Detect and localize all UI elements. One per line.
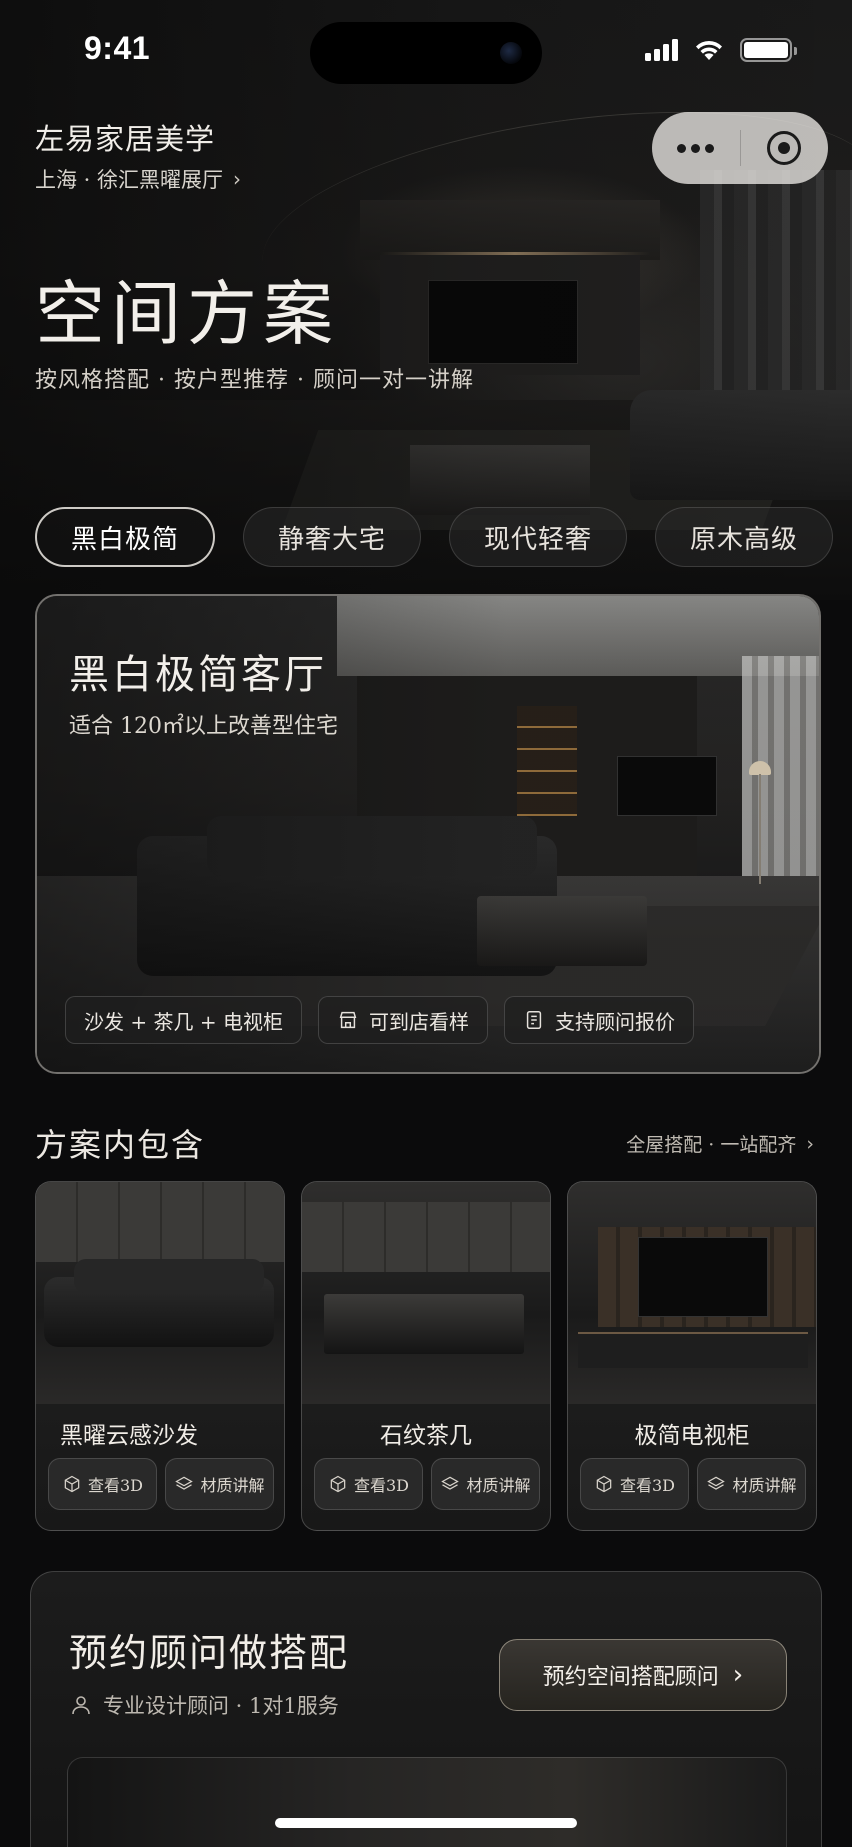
- tab-xiandai-qingshe[interactable]: 现代轻奢: [449, 507, 628, 567]
- camera-icon: [500, 42, 522, 64]
- feature-scheme-card[interactable]: 黑白极简客厅 适合 120㎡以上改善型住宅 沙发 + 茶几 + 电视柜 可到店看…: [35, 594, 821, 1074]
- material-button[interactable]: 材质讲解: [431, 1458, 540, 1510]
- view-3d-button[interactable]: 查看3D: [314, 1458, 423, 1510]
- page-title: 空间方案: [35, 273, 339, 355]
- chevron-right-icon: ›: [233, 167, 242, 191]
- consult-preview-image: [67, 1757, 787, 1847]
- chip-label: 可到店看样: [368, 1009, 469, 1034]
- includes-link[interactable]: 全屋搭配 · 一站配齐 ›: [626, 1130, 814, 1157]
- material-label: 材质讲解: [732, 1476, 797, 1495]
- store-selector[interactable]: 上海 · 徐汇黑曜展厅 ›: [35, 164, 241, 194]
- material-label: 材质讲解: [466, 1476, 531, 1495]
- material-button[interactable]: 材质讲解: [697, 1458, 806, 1510]
- item-name: 石纹茶几: [380, 1423, 472, 1449]
- status-icons: [645, 38, 797, 62]
- tab-jingshe-dazhai[interactable]: 静奢大宅: [243, 507, 422, 567]
- consult-title: 预约顾问做搭配: [69, 1631, 350, 1675]
- chip-combination[interactable]: 沙发 + 茶几 + 电视柜: [65, 996, 302, 1044]
- item-name: 极简电视柜: [634, 1423, 750, 1449]
- view-3d-label: 查看3D: [619, 1476, 675, 1495]
- chevron-right-icon: ›: [732, 1660, 744, 1690]
- consult-card: 预约顾问做搭配 专业设计顾问 · 1对1服务 预约空间搭配顾问 ›: [30, 1571, 822, 1847]
- layers-icon: [175, 1476, 194, 1490]
- item-card-tv-cabinet[interactable]: 极简电视柜 查看3D 材质讲解: [567, 1181, 817, 1531]
- coffee-table-image: [302, 1182, 550, 1404]
- item-name: 黑曜云感沙发: [60, 1423, 198, 1449]
- page-subtitle: 按风格搭配 · 按户型推荐 · 顾问一对一讲解: [35, 368, 474, 393]
- chip-label: 支持顾问报价: [554, 1009, 675, 1034]
- cube-icon: [596, 1475, 612, 1493]
- view-3d-button[interactable]: 查看3D: [580, 1458, 689, 1510]
- includes-title: 方案内包含: [35, 1126, 206, 1164]
- book-consultant-button[interactable]: 预约空间搭配顾问 ›: [499, 1639, 787, 1711]
- brand-name: 左易家居美学: [35, 122, 216, 156]
- cube-icon: [64, 1475, 80, 1493]
- chip-store-visit[interactable]: 可到店看样: [317, 996, 488, 1044]
- book-consultant-label: 预约空间搭配顾问: [542, 1665, 719, 1690]
- store-icon: [339, 1011, 357, 1029]
- includes-link-label: 全屋搭配 · 一站配齐: [626, 1134, 797, 1156]
- more-menu-button[interactable]: [652, 143, 740, 153]
- view-3d-label: 查看3D: [87, 1476, 143, 1495]
- target-icon: [767, 131, 802, 165]
- view-3d-button[interactable]: 查看3D: [48, 1458, 157, 1510]
- close-miniprogram-button[interactable]: [741, 131, 829, 165]
- dynamic-island: [310, 22, 542, 84]
- feature-chips: 沙发 + 茶几 + 电视柜 可到店看样 支持顾问报价: [65, 996, 694, 1044]
- material-label: 材质讲解: [200, 1476, 265, 1495]
- included-items: 黑曜云感沙发 查看3D 材质讲解 石纹茶几 查看3D 材质讲解 极简电视柜 查看…: [35, 1181, 817, 1531]
- chip-label: 沙发 + 茶几 + 电视柜: [84, 1009, 283, 1034]
- layers-icon: [707, 1476, 726, 1490]
- battery-icon: [740, 38, 797, 62]
- cellular-signal-icon: [645, 39, 678, 61]
- style-tabs: 黑白极简 静奢大宅 现代轻奢 原木高级: [35, 507, 834, 567]
- quote-icon: [526, 1011, 542, 1029]
- cube-icon: [330, 1475, 346, 1493]
- consult-subtitle: 专业设计顾问 · 1对1服务: [103, 1694, 339, 1718]
- user-icon: [72, 1696, 90, 1715]
- wifi-icon: [696, 40, 722, 60]
- chip-quote[interactable]: 支持顾问报价: [503, 996, 694, 1044]
- home-indicator[interactable]: [275, 1818, 577, 1828]
- item-card-sofa[interactable]: 黑曜云感沙发 查看3D 材质讲解: [35, 1181, 285, 1531]
- store-name: 上海 · 徐汇黑曜展厅: [35, 168, 224, 192]
- feature-subtitle: 适合 120㎡以上改善型住宅: [69, 714, 338, 739]
- view-3d-label: 查看3D: [353, 1476, 409, 1495]
- tab-heibai-jijian[interactable]: 黑白极简: [35, 507, 216, 567]
- chevron-right-icon: ›: [806, 1132, 814, 1155]
- tab-yuanmu-gaoji[interactable]: 原木高级: [655, 507, 834, 567]
- material-button[interactable]: 材质讲解: [165, 1458, 274, 1510]
- sofa-image: [36, 1182, 284, 1404]
- item-card-coffee-table[interactable]: 石纹茶几 查看3D 材质讲解: [301, 1181, 551, 1531]
- status-time: 9:41: [84, 30, 151, 66]
- feature-title: 黑白极简客厅: [69, 652, 327, 698]
- screen: 9:41 左易家居美学 上海 · 徐汇黑曜展厅 › 空间方案 按风格搭配 · 按…: [0, 0, 852, 1847]
- miniprogram-capsule: [652, 112, 828, 184]
- tv-cabinet-image: [568, 1182, 816, 1404]
- consult-subtitle-row: 专业设计顾问 · 1对1服务: [69, 1690, 339, 1720]
- layers-icon: [441, 1476, 460, 1490]
